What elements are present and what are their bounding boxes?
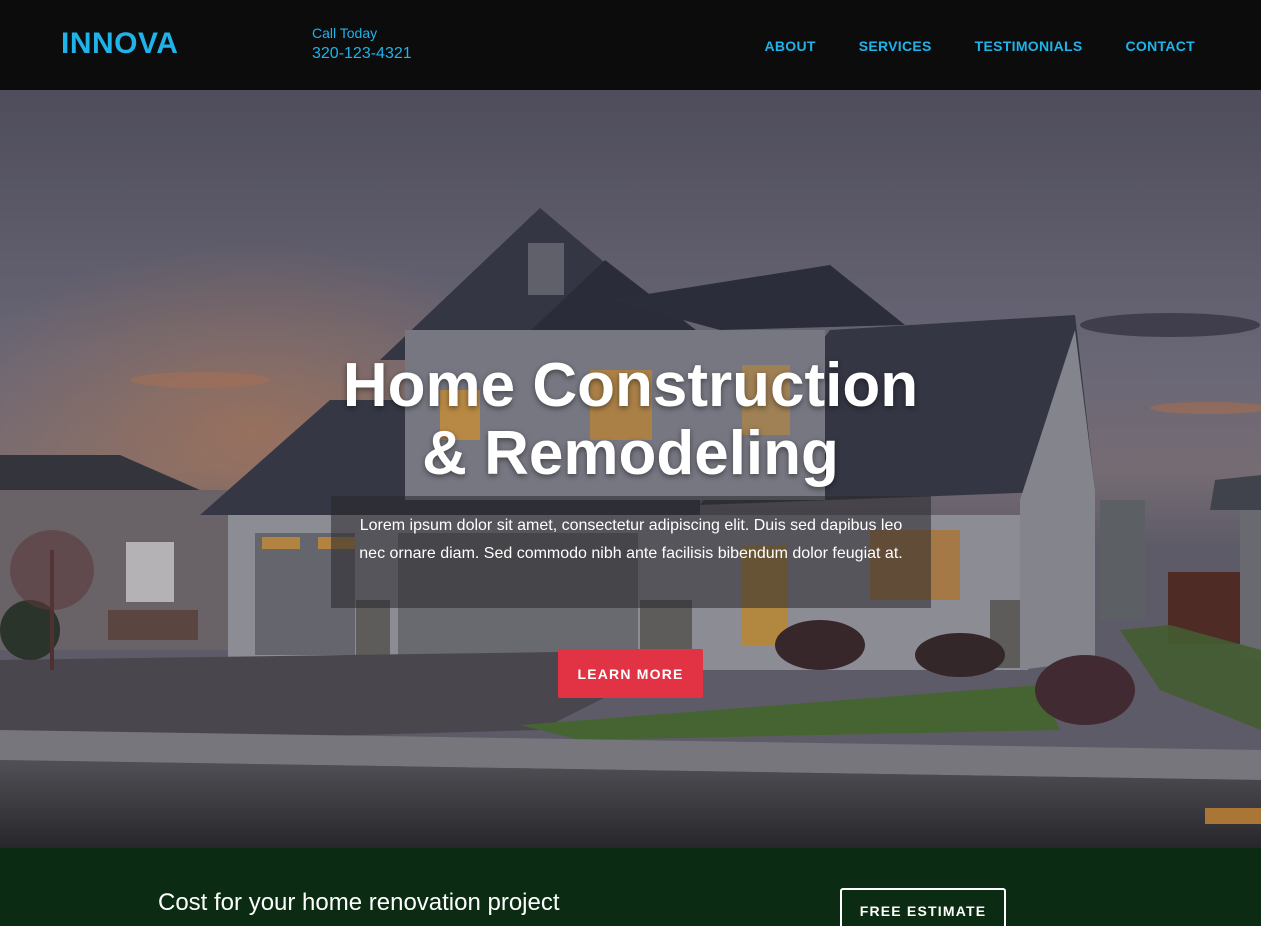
site-header: INNOVA Call Today 320-123-4321 ABOUT SER… <box>0 0 1261 90</box>
learn-more-button[interactable]: LEARN MORE <box>558 649 703 698</box>
call-info: Call Today 320-123-4321 <box>312 25 412 63</box>
nav-services[interactable]: SERVICES <box>859 38 932 54</box>
nav-contact[interactable]: CONTACT <box>1126 38 1196 54</box>
free-estimate-button[interactable]: FREE ESTIMATE <box>840 888 1006 926</box>
nav-testimonials[interactable]: TESTIMONIALS <box>975 38 1083 54</box>
hero-text-box: Lorem ipsum dolor sit amet, consectetur … <box>331 496 931 608</box>
phone-number[interactable]: 320-123-4321 <box>312 45 412 63</box>
main-nav: ABOUT SERVICES TESTIMONIALS CONTACT <box>764 38 1195 54</box>
logo[interactable]: INNOVA <box>61 27 178 61</box>
hero-title-line2: & Remodeling <box>422 419 839 488</box>
call-label: Call Today <box>312 25 378 41</box>
hero-title-line1: Home Construction <box>342 351 919 420</box>
nav-about[interactable]: ABOUT <box>764 38 815 54</box>
estimate-text: Cost for your home renovation project <box>158 889 560 916</box>
hero-description: Lorem ipsum dolor sit amet, consectetur … <box>359 517 903 562</box>
estimate-band: Cost for your home renovation project FR… <box>0 848 1261 926</box>
hero-section: Home Construction & Remodeling Lorem ips… <box>0 90 1261 848</box>
hero-title: Home Construction & Remodeling <box>0 352 1261 488</box>
